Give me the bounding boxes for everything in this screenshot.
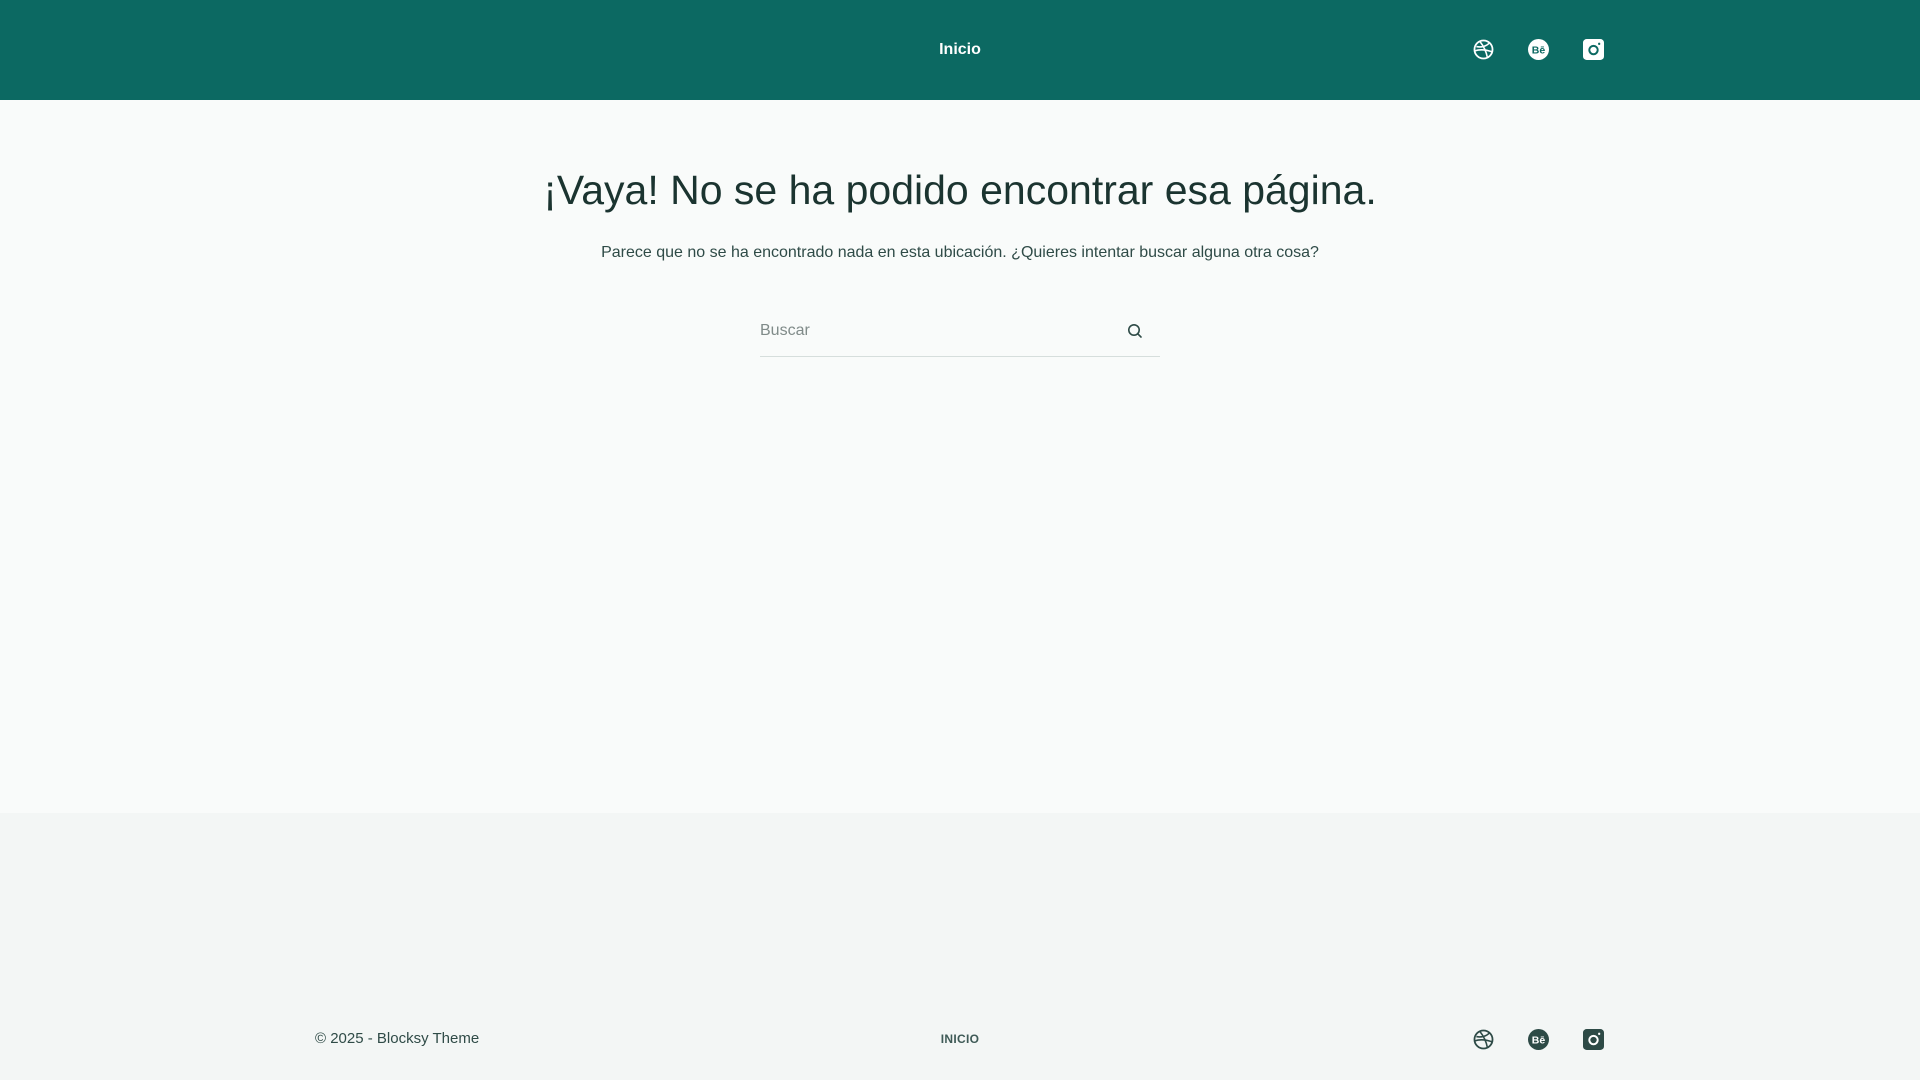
footer-nav-link-inicio[interactable]: INICIO	[941, 1032, 979, 1046]
footer-behance-link[interactable]: Bē	[1528, 1029, 1549, 1050]
instagram-link[interactable]	[1583, 39, 1604, 60]
svg-text:Bē: Bē	[1532, 1034, 1546, 1046]
nav-link-inicio[interactable]: Inicio	[939, 41, 981, 59]
behance-icon: Bē	[1528, 39, 1549, 60]
footer-instagram-link[interactable]	[1583, 1029, 1604, 1050]
search-input[interactable]	[760, 310, 1110, 352]
dribbble-link[interactable]	[1473, 39, 1494, 60]
site-header: Inicio Bē	[0, 0, 1920, 100]
search-form	[760, 310, 1160, 357]
svg-text:Bē: Bē	[1532, 44, 1546, 56]
dribbble-icon	[1473, 39, 1494, 60]
instagram-icon	[1583, 39, 1604, 60]
footer-social-links: Bē	[1473, 1029, 1604, 1050]
header-social-links: Bē	[1473, 39, 1604, 60]
footer-nav: INICIO	[0, 1030, 1920, 1048]
dribbble-icon	[1473, 1029, 1494, 1050]
search-button[interactable]	[1124, 320, 1146, 342]
footer-dribbble-link[interactable]	[1473, 1029, 1494, 1050]
header-nav: Inicio	[0, 0, 1920, 100]
page-description: Parece que no se ha encontrado nada en e…	[601, 244, 1319, 261]
search-icon	[1128, 324, 1142, 338]
page-title: ¡Vaya! No se ha podido encontrar esa pág…	[543, 167, 1377, 213]
behance-link[interactable]: Bē	[1528, 39, 1549, 60]
instagram-icon	[1583, 1029, 1604, 1050]
behance-icon: Bē	[1528, 1029, 1549, 1050]
